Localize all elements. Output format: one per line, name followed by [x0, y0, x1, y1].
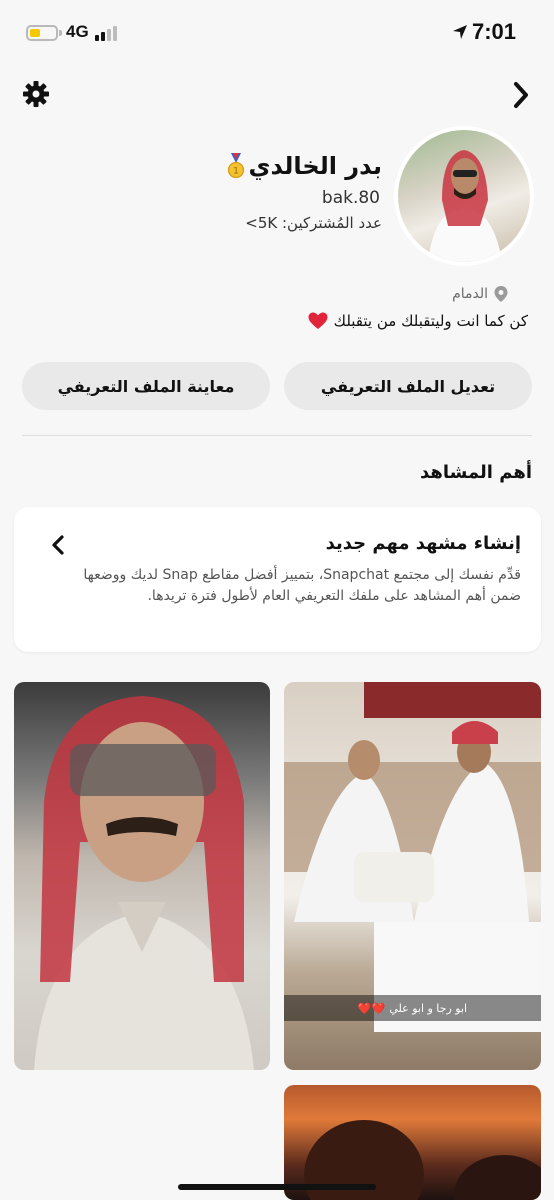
red-heart-icon	[308, 312, 328, 329]
battery-cap	[59, 30, 62, 36]
create-highlight-card[interactable]: إنشاء مشهد مهم جديد قدِّم نفسك إلى مجتمع…	[14, 507, 541, 652]
highlight-tile[interactable]	[284, 1085, 541, 1200]
snap-caption: ❤️❤️ ابو رجا و ابو علي	[284, 995, 541, 1021]
network-type: 4G	[66, 22, 89, 41]
svg-text:1: 1	[233, 167, 239, 177]
highlight-tile[interactable]: ❤️❤️ ابو رجا و ابو علي	[284, 682, 541, 1070]
home-indicator[interactable]	[178, 1184, 376, 1190]
card-description: قدِّم نفسك إلى مجتمع Snapchat، بتمييز أف…	[83, 567, 521, 604]
avatar-photo	[398, 130, 530, 262]
edit-profile-button[interactable]: تعديل الملف التعريفي	[284, 362, 532, 410]
tile-photo-sunset	[304, 1120, 541, 1200]
bio-row: كن كما انت وليتقبلك من يتقبلك	[308, 312, 528, 330]
clock: 7:01	[471, 19, 516, 44]
chevron-right-icon[interactable]	[508, 80, 534, 110]
location-text: الدمام	[452, 286, 488, 302]
display-name: بدر الخالدي	[248, 152, 382, 180]
battery-fill	[30, 29, 40, 37]
caption-hearts: ❤️❤️	[357, 1001, 386, 1015]
medal-icon: 1	[227, 153, 244, 179]
bio-text: كن كما انت وليتقبلك من يتقبلك	[333, 312, 528, 330]
location-arrow-icon	[453, 25, 467, 39]
chevron-left-icon[interactable]	[50, 533, 66, 557]
subscriber-count: عدد المُشتركين: 5K>	[245, 214, 382, 232]
tile-photo-selfie	[34, 696, 254, 1070]
location-row: الدمام	[452, 286, 508, 302]
display-name-row: بدر الخالدي 1	[227, 152, 382, 180]
status-bar: 4G 7:01	[0, 0, 554, 66]
divider	[22, 435, 532, 436]
caption-text: ابو رجا و ابو علي	[389, 1001, 468, 1015]
gear-icon[interactable]	[22, 80, 50, 108]
preview-profile-button[interactable]: معاينة الملف التعريفي	[22, 362, 270, 410]
pin-icon	[494, 286, 508, 302]
avatar[interactable]	[394, 126, 534, 266]
highlights-title: أهم المشاهد	[420, 462, 532, 483]
battery-icon	[26, 25, 58, 41]
signal-icon	[95, 25, 119, 41]
username: bak.80	[321, 188, 380, 208]
highlight-tile[interactable]	[14, 682, 270, 1070]
card-title: إنشاء مشهد مهم جديد	[325, 533, 521, 554]
